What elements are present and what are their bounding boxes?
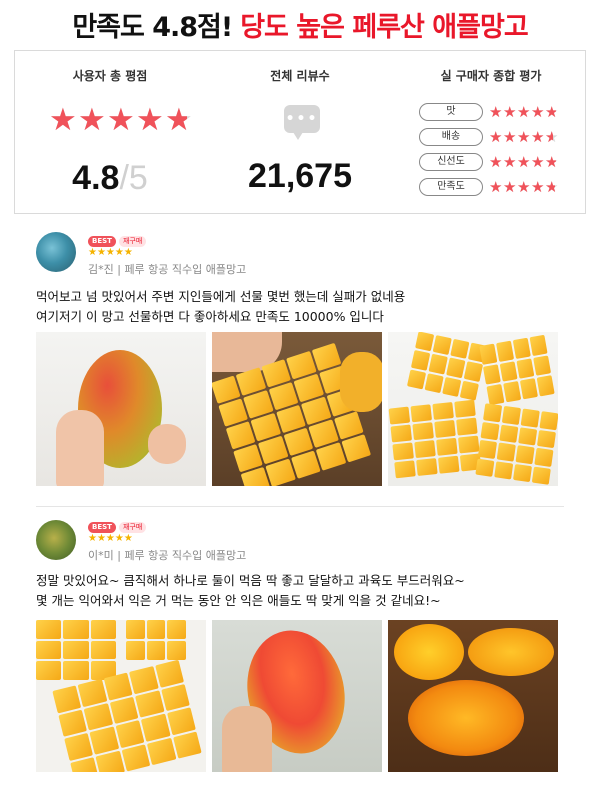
mango-cubes-image xyxy=(36,620,116,680)
star-icon: ★ ★ xyxy=(517,127,531,146)
mango-cubes-image xyxy=(388,399,482,479)
review-photo[interactable] xyxy=(36,620,206,772)
mango-half-image xyxy=(408,680,524,756)
star-icon: ★ ★ xyxy=(531,177,545,196)
best-badge: BEST xyxy=(88,522,116,533)
rating-summary: 사용자 총 평점 ★ ★ ★ ★ ★ ★ ★ ★ ★ ★ 4.8/5 전체 리뷰수 •••… xyxy=(14,50,586,214)
overall-rating-column: 사용자 총 평점 ★ ★ ★ ★ ★ ★ ★ ★ ★ ★ 4.8/5 xyxy=(15,51,205,215)
rating-max: 5 xyxy=(128,159,148,197)
star-icon: ★ ★ xyxy=(503,177,517,196)
review-photo[interactable] xyxy=(388,332,558,486)
review-item: BEST 재구매 ★★★★★ 김*진 | 페루 항공 직수입 애플망고 먹어보고… xyxy=(0,216,600,506)
category-label: 배송 xyxy=(419,127,483,146)
star-icon: ★ ★ xyxy=(78,102,106,138)
review-stars: ★★★★★ xyxy=(88,247,133,258)
category-row: 맛 ★ ★ ★ ★ ★ ★ ★ ★ ★ ★ xyxy=(419,99,559,124)
overall-stars: ★ ★ ★ ★ ★ ★ ★ ★ ★ ★ xyxy=(49,103,193,137)
star-icon: ★ ★ xyxy=(489,102,503,121)
eval-title: 실 구매자 종합 평가 xyxy=(440,69,542,83)
header-product: 당도 높은 페루산 애플망고 xyxy=(240,11,528,43)
review-text-line2: 여기저기 이 망고 선물하면 다 좋아하세요 만족도 10000% 입니다 xyxy=(36,309,384,324)
review-badges: BEST 재구매 xyxy=(88,236,147,247)
star-icon: ★ ★ xyxy=(545,152,559,171)
star-icon: ★ ★ xyxy=(49,102,77,138)
review-count-column: 전체 리뷰수 ••• 21,675 xyxy=(205,51,395,215)
avatar xyxy=(36,520,76,560)
category-stars: ★ ★ ★ ★ ★ ★ ★ ★ ★ ★ xyxy=(489,104,559,120)
review-text-line2: 몇 개는 익어와서 익은 거 먹는 동안 안 익은 애들도 딱 맞게 익을 것 … xyxy=(36,593,441,608)
avatar xyxy=(36,232,76,272)
review-photo[interactable] xyxy=(36,332,206,486)
review-item: BEST 재구매 ★★★★★ 이*미 | 페루 항공 직수입 애플망고 정말 맛… xyxy=(0,506,600,800)
mango-cubes-image xyxy=(475,403,558,485)
category-label: 맛 xyxy=(419,102,483,121)
review-text-line1: 먹어보고 넘 맛있어서 주변 지인들에게 선물 몇번 했는데 실패가 없네용 xyxy=(36,289,406,304)
rating-separator: / xyxy=(119,159,129,197)
star-icon: ★ ★ xyxy=(503,152,517,171)
header-satisfaction: 만족도 4.8점! xyxy=(72,11,233,43)
star-icon: ★ ★ xyxy=(545,127,559,146)
mango-cubes-image xyxy=(479,334,555,406)
star-icon: ★ ★ xyxy=(531,102,545,121)
star-icon: ★ ★ xyxy=(517,177,531,196)
star-icon: ★ ★ xyxy=(489,127,503,146)
review-text-line1: 정말 맛있어요~ 큼직해서 하나로 둘이 먹음 딱 좋고 달달하고 과육도 부드… xyxy=(36,573,465,588)
star-icon: ★ ★ xyxy=(517,102,531,121)
category-list: 맛 ★ ★ ★ ★ ★ ★ ★ ★ ★ ★ 배송 ★ ★ ★ ★ ★ ★ ★ ★ ★ ★ 신선도 ★ ★ ★ ★ ★ ★ ★ ★ ★ ★ 만족도 ★… xyxy=(419,99,559,199)
star-icon: ★ ★ xyxy=(136,102,164,138)
mango-half-image xyxy=(340,352,382,412)
repurchase-badge: 재구매 xyxy=(118,236,147,247)
rating-title: 사용자 총 평점 xyxy=(72,69,148,83)
category-stars: ★ ★ ★ ★ ★ ★ ★ ★ ★ ★ xyxy=(489,179,559,195)
repurchase-badge: 재구매 xyxy=(118,522,147,533)
mango-cubes-image xyxy=(406,332,488,401)
star-icon: ★ ★ xyxy=(531,127,545,146)
star-icon: ★ ★ xyxy=(503,127,517,146)
star-icon: ★ ★ xyxy=(503,102,517,121)
overall-score: 4.8/5 xyxy=(15,159,205,198)
mango-half-image xyxy=(468,628,554,676)
category-stars: ★ ★ ★ ★ ★ ★ ★ ★ ★ ★ xyxy=(489,129,559,145)
review-photo[interactable] xyxy=(388,620,558,772)
reviewer-info: 김*진 | 페루 항공 직수입 애플망고 xyxy=(88,263,247,276)
review-photo[interactable] xyxy=(212,620,382,772)
reviews-count: 21,675 xyxy=(248,157,352,195)
review-badges: BEST 재구매 xyxy=(88,522,147,533)
star-icon: ★ ★ xyxy=(545,177,559,196)
mango-cubes-image xyxy=(126,620,186,660)
hand-image xyxy=(222,706,272,772)
best-badge: BEST xyxy=(88,236,116,247)
review-stars: ★★★★★ xyxy=(88,533,133,544)
category-row: 만족도 ★ ★ ★ ★ ★ ★ ★ ★ ★ ★ xyxy=(419,174,559,199)
hand-image xyxy=(56,410,104,486)
review-photo[interactable] xyxy=(212,332,382,486)
category-row: 신선도 ★ ★ ★ ★ ★ ★ ★ ★ ★ ★ xyxy=(419,149,559,174)
star-icon: ★ ★ xyxy=(107,102,135,138)
reviews-title: 전체 리뷰수 xyxy=(270,69,330,83)
category-label: 만족도 xyxy=(419,177,483,196)
star-icon: ★ ★ xyxy=(165,102,193,138)
category-stars: ★ ★ ★ ★ ★ ★ ★ ★ ★ ★ xyxy=(489,154,559,170)
category-row: 배송 ★ ★ ★ ★ ★ ★ ★ ★ ★ ★ xyxy=(419,124,559,149)
header-banner: 만족도 4.8점! 당도 높은 페루산 애플망고 xyxy=(0,0,600,48)
speech-bubble-icon: ••• xyxy=(284,105,320,140)
star-icon: ★ ★ xyxy=(489,177,503,196)
rating-value: 4.8 xyxy=(72,159,120,197)
category-label: 신선도 xyxy=(419,152,483,171)
category-eval-column: 실 구매자 종합 평가 맛 ★ ★ ★ ★ ★ ★ ★ ★ ★ ★ 배송 ★ ★ ★ ★ ★ ★ ★ ★ ★ ★ 신선도 ★ ★… xyxy=(395,51,587,215)
star-icon: ★ ★ xyxy=(531,152,545,171)
thumb-image xyxy=(148,424,186,464)
star-icon: ★ ★ xyxy=(545,102,559,121)
reviewer-info: 이*미 | 페루 항공 직수입 애플망고 xyxy=(88,549,247,562)
mango-half-image xyxy=(394,624,464,680)
star-icon: ★ ★ xyxy=(517,152,531,171)
star-icon: ★ ★ xyxy=(489,152,503,171)
